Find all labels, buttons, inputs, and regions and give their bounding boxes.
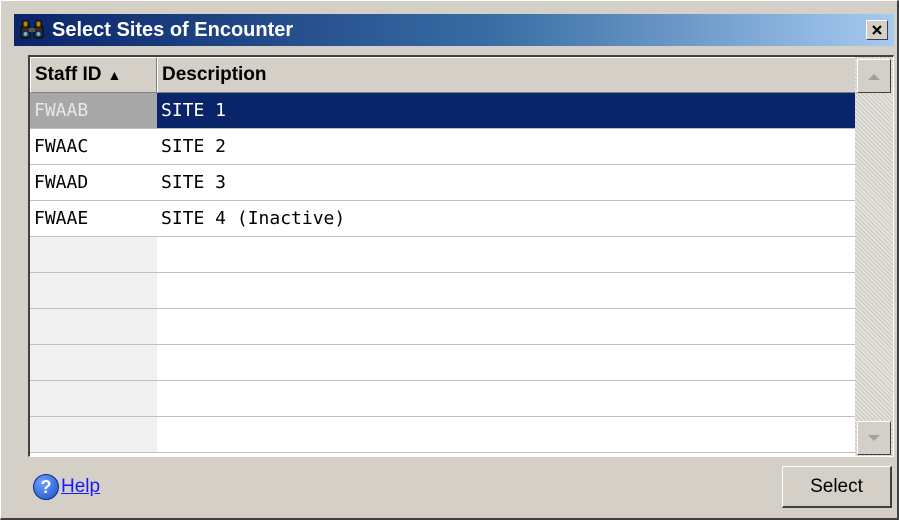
title-bar[interactable]: Select Sites of Encounter	[14, 14, 894, 46]
dialog-title: Select Sites of Encounter	[52, 18, 294, 41]
grid-rows: FWAAB SITE 1 FWAAC SITE 2 FWAAD SITE 3 F…	[30, 93, 856, 453]
description-cell: SITE 1	[157, 93, 856, 129]
table-row[interactable]: FWAAB SITE 1	[30, 93, 856, 129]
close-button[interactable]	[866, 20, 888, 40]
staff-id-cell: FWAAD	[30, 165, 157, 201]
empty-cell	[157, 309, 856, 345]
empty-row	[30, 417, 856, 453]
table-row[interactable]: FWAAD SITE 3	[30, 165, 856, 201]
empty-row	[30, 309, 856, 345]
select-sites-dialog: Select Sites of Encounter Staff ID ▲ Des…	[0, 0, 899, 520]
column-header-label: Staff ID	[35, 64, 102, 85]
grid-header: Staff ID ▲ Description	[30, 57, 856, 93]
empty-cell	[157, 417, 856, 453]
description-cell: SITE 2	[157, 129, 856, 165]
help-icon[interactable]: ?	[33, 474, 59, 500]
empty-row	[30, 273, 856, 309]
table-row[interactable]: FWAAC SITE 2	[30, 129, 856, 165]
empty-cell	[30, 309, 157, 345]
description-cell: SITE 4 (Inactive)	[157, 201, 856, 237]
scroll-down-icon	[868, 434, 880, 441]
table-row[interactable]: FWAAE SITE 4 (Inactive)	[30, 201, 856, 237]
scroll-up-icon	[868, 73, 880, 80]
empty-cell	[157, 345, 856, 381]
column-header-staff-id[interactable]: Staff ID ▲	[30, 57, 157, 93]
binoculars-icon	[20, 18, 48, 42]
empty-cell	[157, 273, 856, 309]
column-header-description[interactable]: Description	[157, 57, 856, 93]
column-header-label: Description	[162, 64, 267, 85]
help-link[interactable]: Help	[61, 476, 100, 498]
vertical-scrollbar[interactable]	[855, 57, 893, 456]
empty-cell	[157, 381, 856, 417]
empty-cell	[30, 381, 157, 417]
staff-id-cell: FWAAE	[30, 201, 157, 237]
staff-id-cell: FWAAB	[30, 93, 157, 129]
empty-cell	[157, 237, 856, 273]
empty-row	[30, 381, 856, 417]
close-icon	[872, 25, 882, 35]
empty-cell	[30, 237, 157, 273]
sort-ascending-icon: ▲	[107, 67, 122, 83]
staff-id-cell: FWAAC	[30, 129, 157, 165]
help-area[interactable]: ? Help	[33, 474, 100, 500]
description-cell: SITE 3	[157, 165, 856, 201]
scroll-up-button[interactable]	[857, 59, 891, 93]
empty-row	[30, 237, 856, 273]
empty-cell	[30, 417, 157, 453]
empty-cell	[30, 345, 157, 381]
sites-grid[interactable]: Staff ID ▲ Description FWAAB SITE 1 FWAA…	[28, 55, 894, 457]
scroll-down-button[interactable]	[857, 421, 891, 455]
empty-cell	[30, 273, 157, 309]
select-button[interactable]: Select	[782, 466, 892, 508]
empty-row	[30, 345, 856, 381]
